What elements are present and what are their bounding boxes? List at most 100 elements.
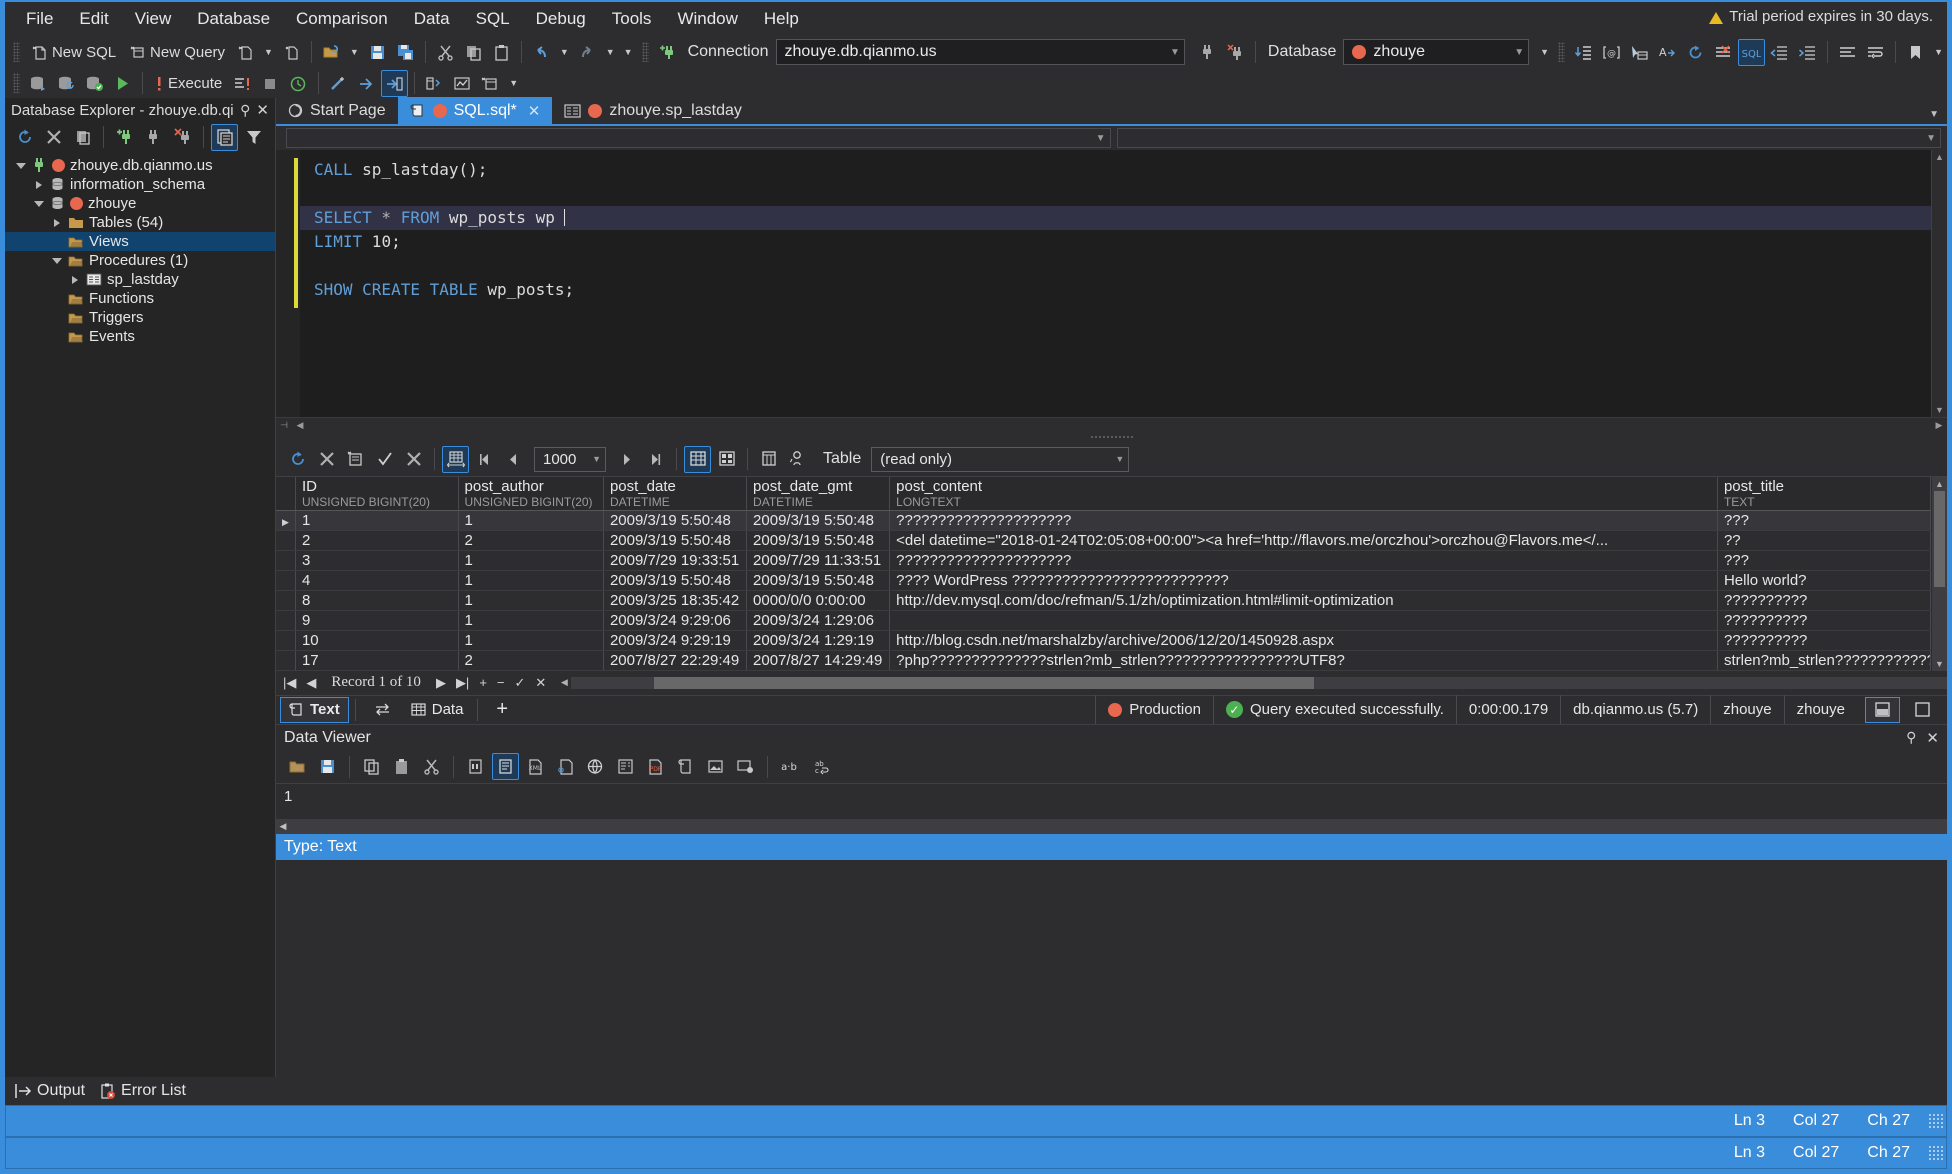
menu-sql[interactable]: SQL (463, 5, 523, 33)
dv-paste-button[interactable] (388, 753, 415, 780)
column-header-post_date[interactable]: post_date DATETIME (603, 477, 748, 511)
scroll-up-icon[interactable]: ▲ (1935, 479, 1944, 489)
new-connection-button[interactable] (654, 39, 681, 66)
cell-post_date_gmt[interactable]: 2009/7/29 11:33:51 (746, 550, 891, 571)
code-line[interactable]: –SELECT * FROM wp_posts wp (300, 206, 1931, 230)
row-indicator[interactable] (276, 570, 296, 591)
resize-grip[interactable] (1928, 1145, 1944, 1161)
explorer-refresh-button[interactable] (11, 124, 38, 151)
scroll-down-icon[interactable]: ▼ (1935, 405, 1944, 415)
h-scroll-track[interactable] (571, 676, 1947, 689)
editor-scope-combo[interactable]: ▼ (286, 128, 1111, 148)
collapse-arrow-icon[interactable] (51, 257, 63, 264)
open-button[interactable] (318, 39, 345, 66)
cell-post_date_gmt[interactable]: 2009/3/19 5:50:48 (746, 510, 891, 531)
cell-post_author[interactable]: 1 (458, 610, 604, 631)
table-row[interactable]: ▶ 1 1 2009/3/19 5:50:48 2009/3/19 5:50:48???… (276, 510, 1932, 531)
cell-post_date_gmt[interactable]: 0000/0/0 0:00:00 (746, 590, 891, 611)
cell-post_content[interactable]: ?php??????????????strlen?mb_strlen??????… (889, 650, 1718, 671)
explorer-new-connection-button[interactable] (111, 124, 138, 151)
cell-ID[interactable]: 9 (295, 610, 459, 631)
explorer-connection-button[interactable] (140, 124, 167, 151)
stop-button[interactable] (257, 70, 284, 97)
cell-post_author[interactable]: 1 (458, 570, 604, 591)
menu-debug[interactable]: Debug (523, 5, 599, 33)
cell-post_title[interactable]: ??? (1717, 550, 1932, 571)
menu-tools[interactable]: Tools (599, 5, 665, 33)
disconnect-button[interactable] (1194, 39, 1221, 66)
redo-button[interactable] (574, 39, 601, 66)
toolbar-grip-sqlfmt[interactable] (1558, 42, 1566, 62)
cell-post_author[interactable]: 2 (458, 650, 604, 671)
nav-last-icon[interactable]: ▶| (453, 675, 472, 691)
editor-vertical-scrollbar[interactable]: ▲ ▼ (1931, 150, 1947, 417)
grid-post-button[interactable] (342, 446, 369, 473)
table-row[interactable]: 8 1 2009/3/25 18:35:42 0000/0/0 0:00:00 http… (276, 590, 1932, 611)
column-layout-button[interactable] (755, 446, 782, 473)
undo-dropdown[interactable]: ▼ (556, 47, 573, 57)
tree-node-zhouye-db-qianmo-us[interactable]: zhouye.db.qianmo.us (5, 156, 275, 175)
cell-post_date_gmt[interactable]: 2009/3/24 1:29:06 (746, 610, 891, 631)
bookmark-dropdown[interactable]: ▼ (1930, 47, 1947, 57)
code-line[interactable] (300, 182, 1931, 206)
editor-code[interactable]: CALL sp_lastday(); –SELECT * FROM wp_post… (300, 150, 1931, 417)
close-icon[interactable]: ✕ (524, 102, 541, 120)
dv-web-view-button[interactable] (582, 753, 609, 780)
expand-arrow-icon[interactable] (69, 275, 81, 284)
tree-node-views[interactable]: Views (5, 232, 275, 251)
code-line[interactable]: SHOW CREATE TABLE wp_posts; (300, 278, 1931, 302)
new-query-button[interactable]: New Query (123, 39, 231, 66)
result-add-tab-button[interactable]: + (488, 697, 516, 723)
paste-button[interactable] (488, 39, 515, 66)
bottom-tab-error-list[interactable]: Error List (99, 1082, 186, 1100)
at-variable-button[interactable]: @ (1598, 39, 1625, 66)
table-row[interactable]: 4 1 2009/3/19 5:50:48 2009/3/19 5:50:48????… (276, 570, 1932, 591)
dv-open-button[interactable] (284, 753, 311, 780)
cell-post_content[interactable]: ????????????????????? (889, 510, 1718, 531)
dv-json-view-button[interactable] (552, 753, 579, 780)
cell-post_date[interactable]: 2007/8/27 22:29:49 (603, 650, 748, 671)
explorer-close-connection-button[interactable] (169, 124, 196, 151)
result-tab-text[interactable]: Text (280, 696, 349, 723)
tree-node-sp-lastday[interactable]: sp_lastday (5, 270, 275, 289)
fetch-size-combo[interactable]: 1000 ▼ (534, 446, 606, 472)
undo-button[interactable] (528, 39, 555, 66)
collapse-arrow-icon[interactable] (33, 200, 45, 207)
explorer-filter-button[interactable] (240, 124, 267, 151)
dv-sql-view-button[interactable] (672, 753, 699, 780)
grid-last-page-button[interactable] (642, 446, 669, 473)
resize-grip[interactable] (1928, 1113, 1944, 1129)
expand-arrow-icon[interactable] (51, 218, 63, 227)
scroll-down-icon[interactable]: ▼ (1935, 659, 1944, 669)
tree-node-information-schema[interactable]: information_schema (5, 175, 275, 194)
cell-ID[interactable]: 4 (295, 570, 459, 591)
cell-post_content[interactable]: http://blog.csdn.net/marshalzby/archive/… (889, 630, 1718, 651)
grid-next-page-button[interactable] (613, 446, 640, 473)
toolbar-grip[interactable] (13, 42, 20, 62)
scroll-up-icon[interactable]: ▲ (1935, 152, 1944, 162)
tab-start-page[interactable]: Start Page (276, 97, 398, 124)
cell-post_date_gmt[interactable]: 2009/3/19 5:50:48 (746, 570, 891, 591)
dv-text-view-button[interactable] (492, 753, 519, 780)
menu-view[interactable]: View (122, 5, 185, 33)
grid-refresh-button[interactable] (284, 446, 311, 473)
menu-edit[interactable]: Edit (66, 5, 121, 33)
grid-stop-button[interactable] (313, 446, 340, 473)
cell-ID[interactable]: 1 (295, 510, 459, 531)
cell-ID[interactable]: 2 (295, 530, 459, 551)
expand-arrow-icon[interactable] (33, 180, 45, 189)
execute-target-2-button[interactable] (53, 70, 80, 97)
align-button[interactable] (1834, 39, 1861, 66)
explorer-delete-button[interactable] (40, 124, 67, 151)
close-icon[interactable]: ✕ (1926, 729, 1939, 747)
column-header-post_title[interactable]: post_title TEXT (1717, 477, 1932, 511)
collapse-arrow-icon[interactable] (15, 162, 27, 169)
editor-member-combo[interactable]: ▼ (1116, 128, 1941, 148)
table-row[interactable]: 10 1 2009/3/24 9:29:19 2009/3/24 1:29:19 htt… (276, 630, 1932, 651)
code-line[interactable]: LIMIT 10; (300, 230, 1931, 254)
explorer-copy-button[interactable] (69, 124, 96, 151)
row-indicator[interactable] (276, 650, 296, 671)
cell-ID[interactable]: 8 (295, 590, 459, 611)
copy-button[interactable] (460, 39, 487, 66)
cell-post_date[interactable]: 2009/3/19 5:50:48 (603, 570, 748, 591)
